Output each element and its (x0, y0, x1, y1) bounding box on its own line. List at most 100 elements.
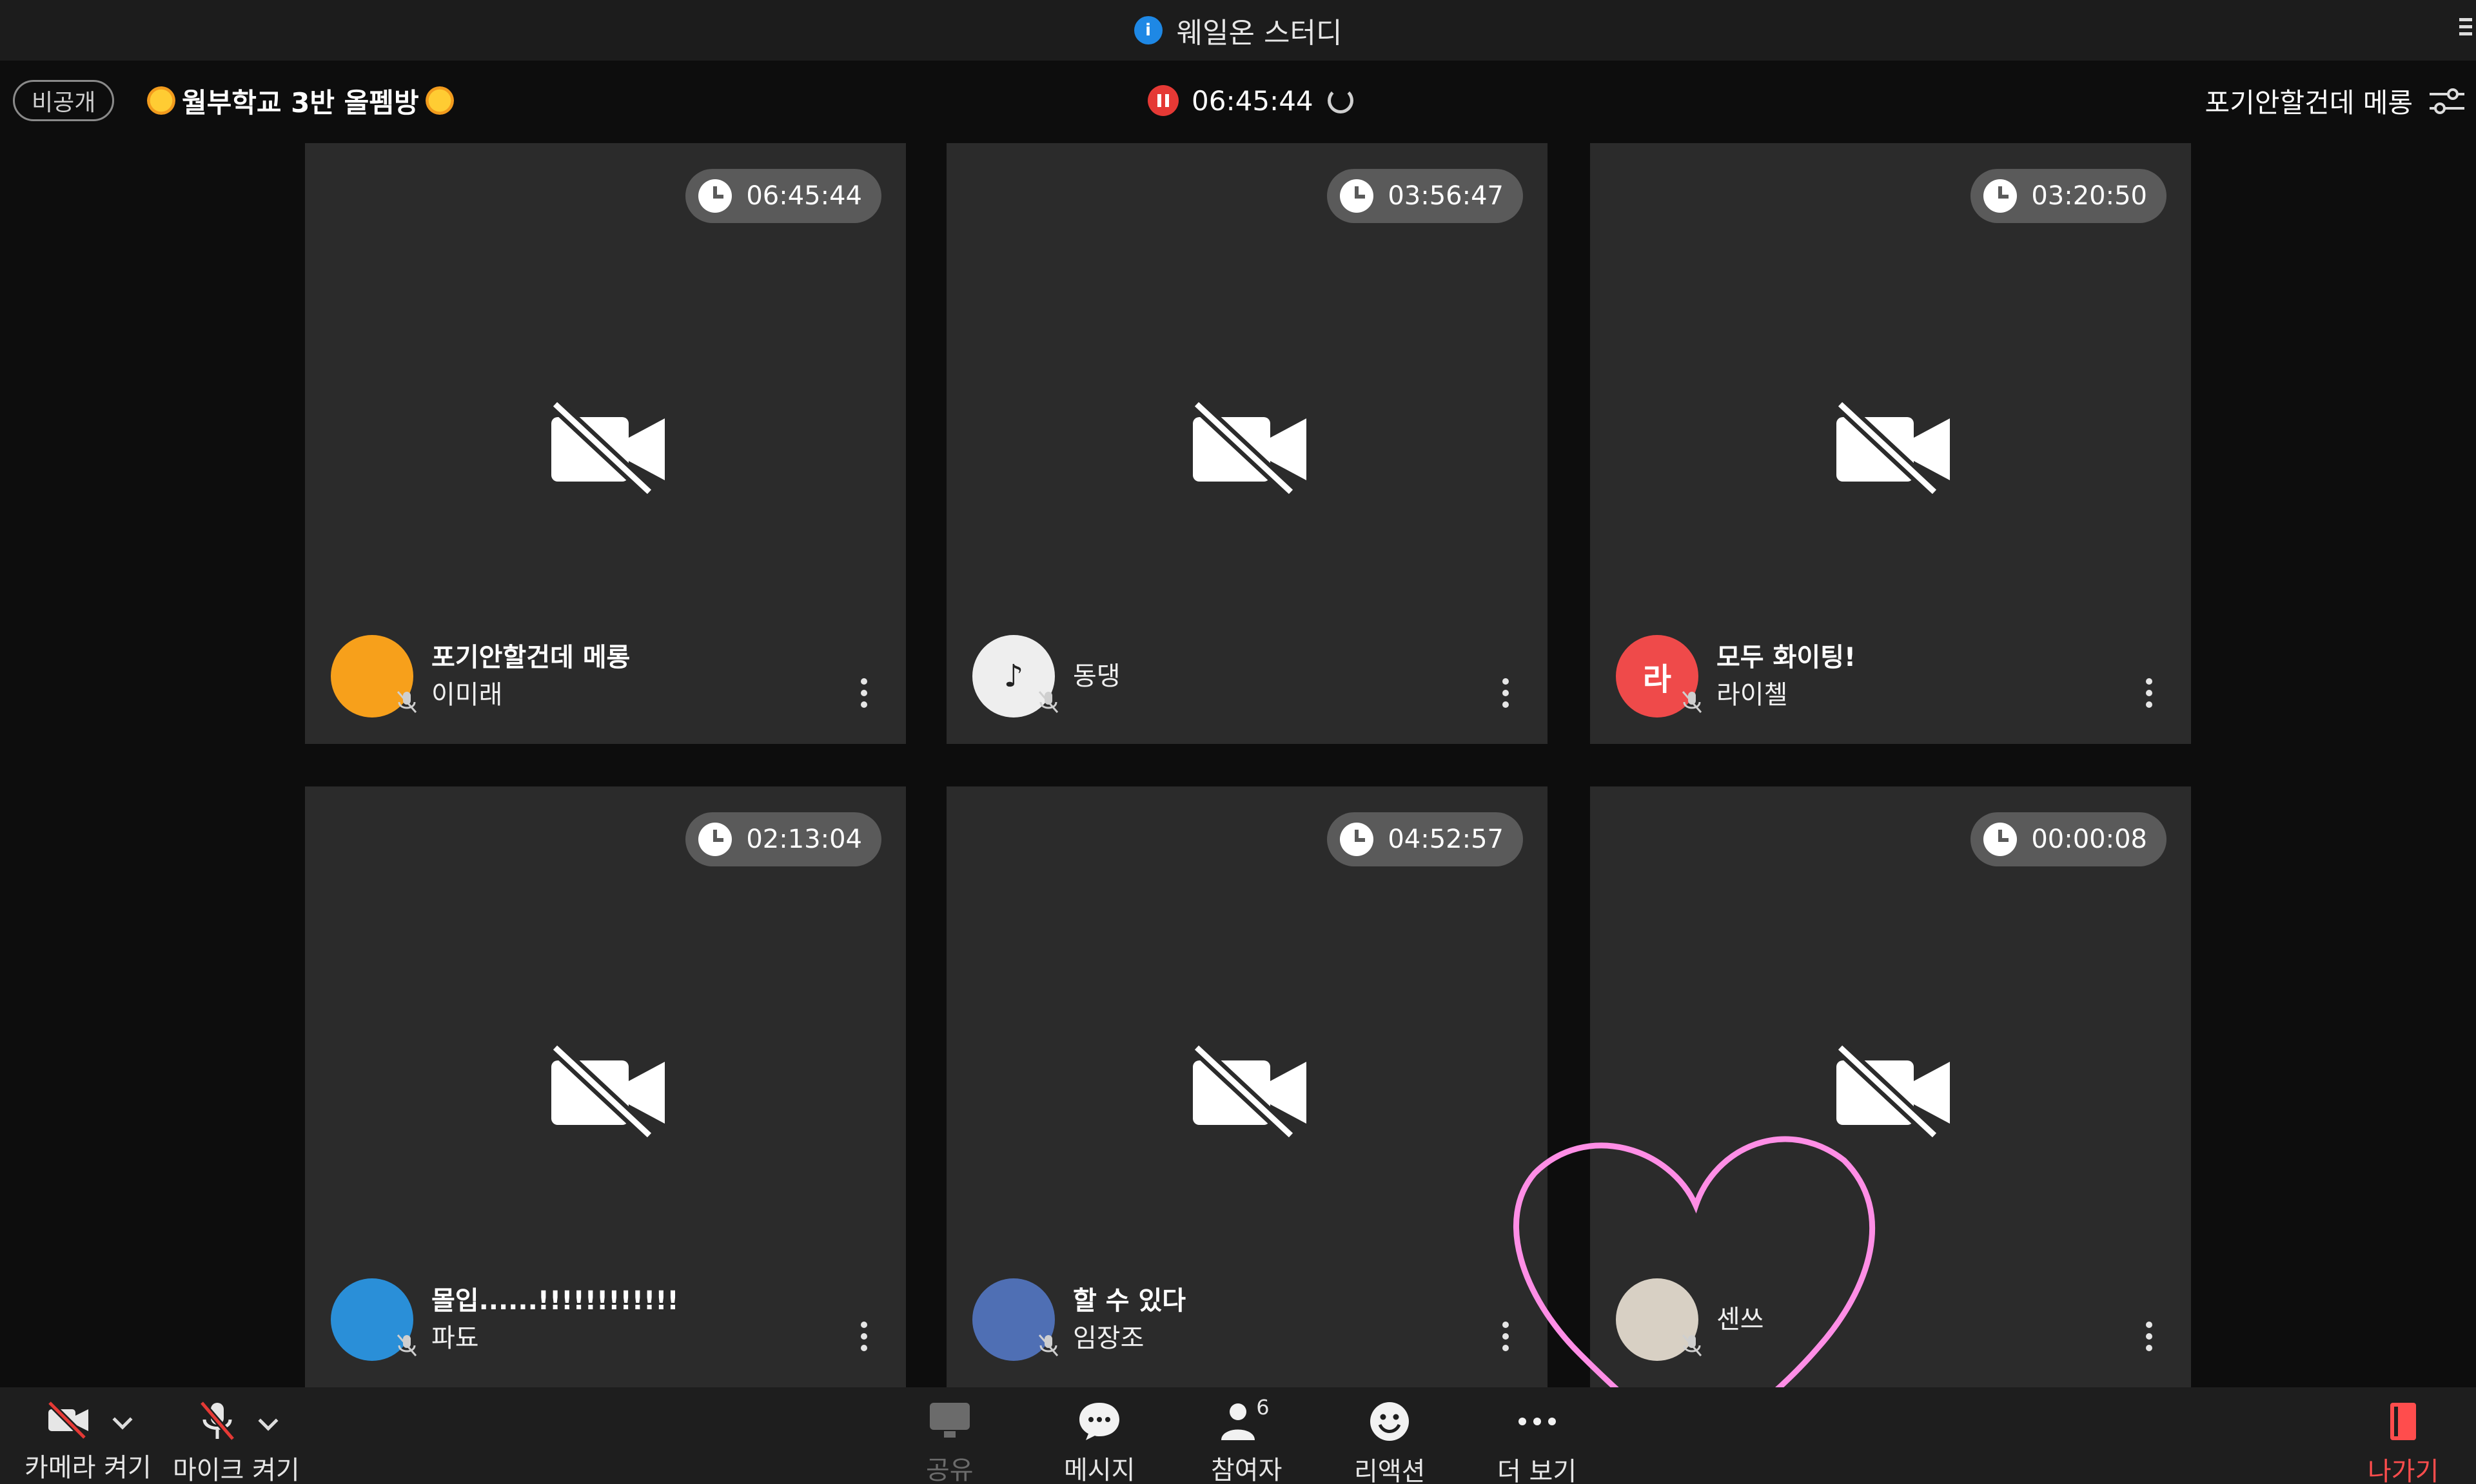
participant-timer: 02:13:04 (685, 812, 881, 866)
participant-info: 할 수 있다 임장조 (972, 1278, 1522, 1362)
message-button[interactable]: 메시지 (1064, 1400, 1135, 1484)
avatar-initial: 라 (1642, 661, 1672, 698)
chevron-down-icon[interactable] (258, 1411, 279, 1431)
participant-tile[interactable]: 04:52:57 할 수 있다 임장조 (947, 786, 1548, 1387)
mic-muted-icon (1038, 691, 1059, 713)
tile-more-icon[interactable] (2146, 678, 2154, 710)
clock-icon (1340, 823, 1374, 856)
window-menu-icon[interactable] (2459, 14, 2472, 46)
room-bar: 비공개 월부학교 3반 올펨방 06:45:44 포기안할건데 메롱 (0, 61, 2476, 141)
avatar (331, 635, 417, 718)
tile-more-icon[interactable] (1502, 678, 1510, 710)
whale-on-icon: i (1134, 16, 1163, 44)
participant-tile[interactable]: 00:00:08 센쓰 (1590, 786, 2191, 1387)
participants-label: 참여자 (1211, 1456, 1282, 1484)
participant-timer-value: 03:56:47 (1388, 181, 1504, 211)
camera-off-icon (1192, 1042, 1306, 1138)
participant-tile[interactable]: 03:20:50 라 모두 화이팅! 라이첼 (1590, 143, 2191, 744)
clock-icon (1983, 179, 2018, 213)
avatar (1616, 1278, 1702, 1361)
more-dots-icon (1518, 1418, 1556, 1425)
clock-icon (1983, 823, 2018, 856)
participant-tile[interactable]: 03:56:47 ♪ 동댕 (947, 143, 1548, 744)
sun-emoji-icon (147, 86, 175, 115)
mic-muted-icon (1682, 691, 1702, 713)
participants-count: 6 (1256, 1395, 1270, 1420)
participant-names: 몰입......!!!!!!!!!!!! 파됴 (431, 1282, 679, 1357)
room-title-text: 월부학교 3반 올펨방 (182, 86, 419, 119)
mic-label: 마이크 켜기 (173, 1456, 300, 1484)
chat-bubble-icon (1079, 1403, 1120, 1440)
room-title: 월부학교 3반 올펨방 (141, 80, 460, 121)
participant-name: 파됴 (431, 1323, 479, 1353)
visibility-badge: 비공개 (13, 80, 115, 121)
clock-icon (1340, 179, 1374, 213)
participants-button[interactable]: 6 참여자 (1211, 1395, 1282, 1484)
title-bar: i 웨일온 스터디 (0, 0, 2476, 61)
avatar: ♪ (972, 635, 1059, 718)
participant-timer-value: 00:00:08 (2031, 825, 2147, 854)
tile-more-icon[interactable] (1502, 1322, 1510, 1354)
camera-off-icon (550, 1042, 665, 1138)
mic-toggle-button[interactable]: 마이크 켜기 (173, 1400, 300, 1484)
participant-names: 할 수 있다 임장조 (1073, 1282, 1186, 1357)
camera-off-icon (1835, 1042, 1950, 1138)
participant-timer: 03:56:47 (1327, 169, 1523, 223)
app-title: 웨일온 스터디 (1176, 17, 1342, 50)
participant-timer-value: 06:45:44 (746, 181, 862, 211)
participant-status: 모두 화이팅! (1716, 643, 1856, 672)
participant-name: 이미래 (431, 680, 503, 710)
participant-status: 포기안할건데 메롱 (431, 643, 631, 672)
record-pause-icon[interactable] (1148, 85, 1179, 116)
sun-emoji-icon (425, 86, 454, 115)
participant-timer: 00:00:08 (1970, 812, 2166, 866)
participant-status: 몰입......!!!!!!!!!!!! (431, 1286, 679, 1316)
screen-share-icon (929, 1403, 970, 1438)
current-user-name: 포기안할건데 메롱 (2205, 86, 2413, 119)
person-icon (1221, 1403, 1255, 1440)
tile-more-icon[interactable] (861, 1322, 869, 1354)
participant-tile[interactable]: 02:13:04 몰입......!!!!!!!!!!!! 파됴 (305, 786, 906, 1387)
refresh-icon[interactable] (1327, 88, 1353, 113)
participant-status: 할 수 있다 (1073, 1286, 1186, 1316)
participant-info: ♪ 동댕 (972, 634, 1522, 718)
session-timer: 06:45:44 (1148, 80, 1353, 121)
mic-muted-icon (1038, 1334, 1059, 1356)
clock-icon (698, 179, 732, 213)
participant-timer-value: 03:20:50 (2031, 181, 2147, 211)
participant-timer-value: 02:13:04 (746, 825, 862, 854)
avatar-initial: ♪ (1003, 658, 1024, 694)
participant-info: 포기안할건데 메롱 이미래 (331, 634, 880, 718)
participant-tile[interactable]: 06:45:44 포기안할건데 메롱 이미래 (305, 143, 906, 744)
leave-button[interactable]: 나가기 (2368, 1400, 2439, 1484)
camera-off-icon (1835, 398, 1950, 494)
participant-timer-value: 04:52:57 (1388, 825, 1504, 854)
participant-names: 모두 화이팅! 라이첼 (1716, 639, 1856, 714)
participant-names: 포기안할건데 메롱 이미래 (431, 639, 630, 714)
reaction-label: 리액션 (1354, 1457, 1426, 1484)
participant-name: 라이첼 (1716, 680, 1788, 710)
reaction-button[interactable]: 리액션 (1354, 1400, 1425, 1484)
camera-off-icon (1192, 398, 1306, 494)
tile-more-icon[interactable] (861, 678, 869, 710)
participant-names: 센쓰 (1716, 1301, 1764, 1338)
participant-name: 동댕 (1073, 661, 1121, 691)
camera-toggle-button[interactable]: 카메라 켜기 (25, 1400, 152, 1484)
tile-more-icon[interactable] (2146, 1322, 2154, 1354)
participant-names: 동댕 (1073, 658, 1121, 695)
smiley-icon (1370, 1402, 1410, 1441)
participant-name: 센쓰 (1716, 1305, 1764, 1334)
clock-icon (698, 823, 732, 856)
settings-sliders-icon[interactable] (2428, 86, 2466, 116)
camera-label: 카메라 켜기 (25, 1453, 152, 1483)
participant-info: 라 모두 화이팅! 라이첼 (1616, 634, 2165, 718)
camera-off-icon (550, 398, 665, 494)
participant-info: 센쓰 (1616, 1278, 2165, 1362)
participant-timer: 04:52:57 (1327, 812, 1523, 866)
avatar: 라 (1616, 635, 1702, 718)
session-elapsed: 06:45:44 (1192, 84, 1313, 117)
share-button[interactable]: 공유 (926, 1400, 974, 1484)
participant-timer: 06:45:44 (685, 169, 881, 223)
more-button[interactable]: 더 보기 (1497, 1400, 1577, 1484)
chevron-down-icon[interactable] (112, 1409, 133, 1430)
